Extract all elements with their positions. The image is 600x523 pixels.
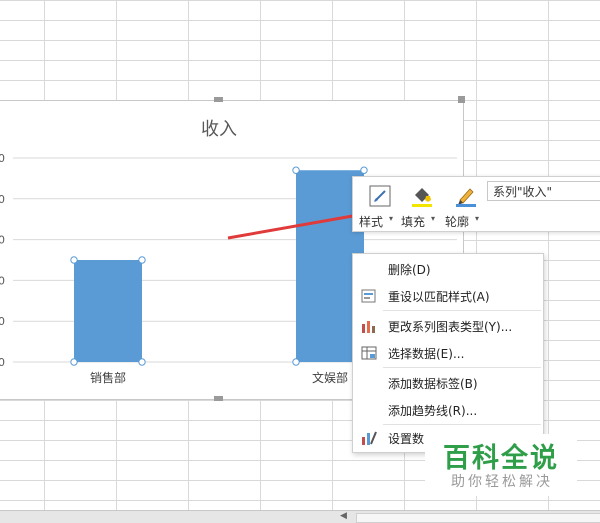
reset-style-icon (361, 289, 376, 303)
menu-item-label: 设置数 (388, 432, 425, 446)
menu-item-label: 更改系列图表类型(Y)... (388, 320, 513, 334)
menu-item-label: 重设以匹配样式(A) (388, 290, 490, 304)
format-series-icon (362, 431, 377, 445)
watermark-subtitle: 助你轻松解决 (451, 474, 553, 490)
menu-item-select-data[interactable]: 选择数据(E)... (353, 340, 543, 366)
pencil-outline-icon (456, 188, 476, 207)
menu-item-label: 添加趋势线(R)... (388, 404, 478, 418)
watermark-title: 百科全说 (443, 443, 559, 474)
series-selector[interactable]: 系列"收入" (487, 181, 600, 201)
select-data-icon (361, 346, 377, 360)
menu-item-label: 删除(D) (388, 263, 431, 277)
chevron-down-icon: ▾ (475, 214, 480, 223)
scroll-left-icon[interactable]: ◀ (340, 511, 347, 521)
context-menu: 删除(D) 重设以匹配样式(A) 更改系列图表类型(Y)... 选择数据(E).… (352, 253, 544, 453)
fill-button[interactable]: 填充 ▾ (401, 181, 441, 229)
style-button[interactable]: 样式 ▾ (359, 181, 399, 229)
menu-item-change-chart-type[interactable]: 更改系列图表类型(Y)... (353, 313, 543, 339)
pen-style-icon (369, 185, 391, 207)
menu-item-label: 添加数据标签(B) (388, 377, 478, 391)
menu-item-delete[interactable]: 删除(D) (353, 256, 543, 282)
outline-label: 轮廓 (445, 215, 470, 229)
style-label: 样式 (359, 215, 384, 229)
chevron-down-icon: ▾ (431, 214, 436, 223)
outline-button[interactable]: 轮廓 ▾ (445, 181, 485, 229)
horizontal-scrollbar[interactable]: ◀ (0, 510, 600, 523)
chart-mini-toolbar: 样式 ▾ 填充 ▾ 轮廓 ▾ 系列"收入" (352, 176, 600, 232)
change-chart-type-icon (362, 321, 375, 333)
fill-label: 填充 (401, 215, 426, 229)
watermark-logo: 百科全说 助你轻松解决 (425, 434, 577, 496)
menu-item-label: 选择数据(E)... (388, 347, 465, 361)
menu-item-add-data-labels[interactable]: 添加数据标签(B) (353, 370, 543, 396)
menu-divider (383, 310, 541, 311)
chevron-down-icon: ▾ (389, 214, 394, 223)
menu-item-reset-style[interactable]: 重设以匹配样式(A) (353, 283, 543, 309)
paint-bucket-icon (412, 188, 432, 207)
menu-divider (383, 367, 541, 368)
menu-item-add-trendline[interactable]: 添加趋势线(R)... (353, 397, 543, 423)
